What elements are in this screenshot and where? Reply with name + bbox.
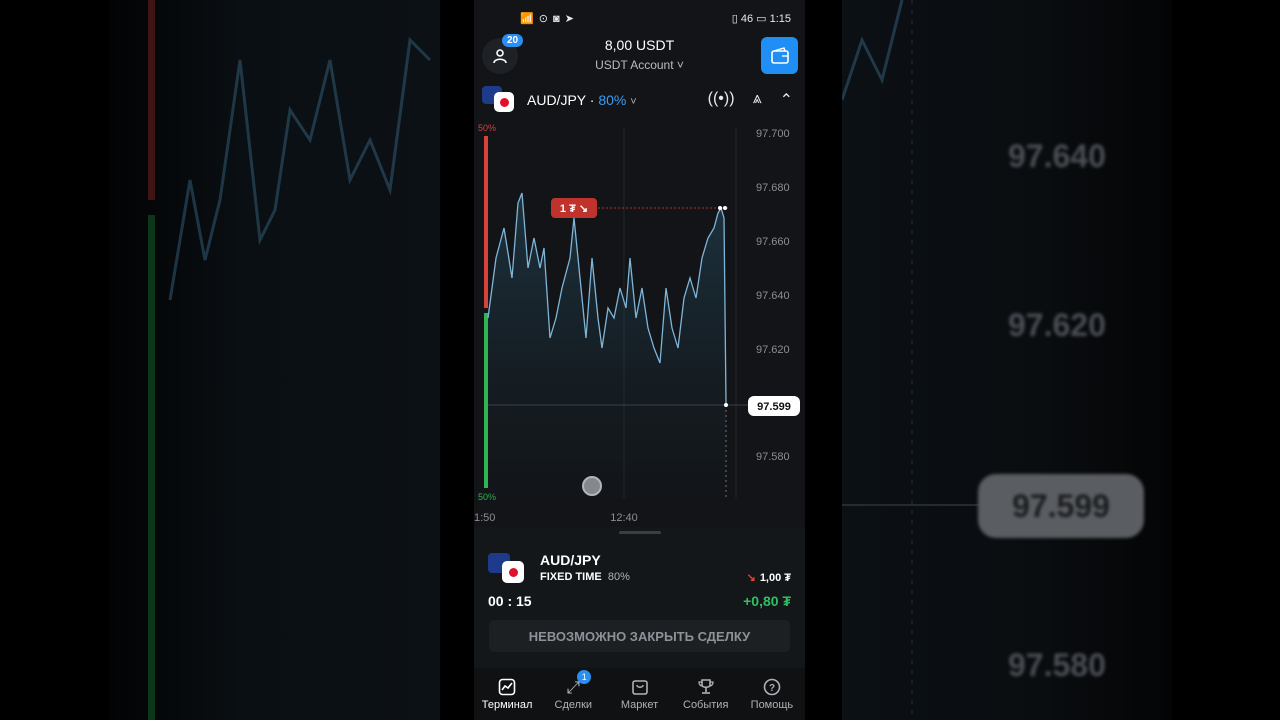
- asset-name: AUD/JPY: [527, 92, 586, 108]
- nav-help-label: Помощь: [750, 699, 794, 711]
- price-area: [488, 193, 726, 498]
- trade-panel: AUD/JPY FIXED TIME 80% ↘ 1,00 ₮ 00 : 15 +…: [474, 527, 805, 667]
- indicators-icon[interactable]: ⌃: [780, 90, 793, 110]
- trade-profit: +0,80 ₮: [743, 593, 791, 609]
- nav-market-label: Маркет: [620, 699, 659, 711]
- trades-icon: ⤢: [566, 678, 581, 697]
- chart-icon: [474, 678, 540, 698]
- nav-terminal-label: Терминал: [481, 699, 533, 711]
- background-mirror-left: [110, 0, 440, 720]
- close-trade-button[interactable]: НЕВОЗМОЖНО ЗАКРЫТЬ СДЕЛКУ: [489, 620, 790, 652]
- asset-bar: AUD/JPY · 80% ˅ ((•)) ⩓ ⌃: [474, 86, 805, 114]
- trade-entry-point-2: [723, 206, 727, 210]
- trade-type-label: FIXED TIME: [540, 571, 602, 583]
- nav-terminal[interactable]: Терминал: [474, 668, 540, 720]
- current-price-label: 97.599: [757, 401, 791, 413]
- background-price-3: 97.580: [1008, 647, 1106, 683]
- sentiment-top-label: 50%: [478, 123, 496, 133]
- background-chart-left: [148, 0, 432, 720]
- svg-text:?: ?: [769, 683, 775, 694]
- trade-marker-label: 1 ₮ ↘: [560, 203, 588, 215]
- trade-asset-flags: [488, 553, 526, 585]
- background-price-1: 97.640: [1008, 138, 1106, 174]
- price-tick-4: 97.640: [756, 290, 790, 302]
- bottom-navigation: Терминал ⤢ 1 Сделки Маркет События ? Пом…: [474, 668, 805, 720]
- trade-amount: ↘ 1,00 ₮: [747, 571, 791, 584]
- price-tick-5: 97.620: [756, 344, 790, 356]
- nav-trades-label: Сделки: [554, 699, 593, 711]
- touch-indicator: [582, 476, 602, 496]
- signals-icon[interactable]: ((•)): [708, 90, 735, 110]
- nav-help[interactable]: ? Помощь: [739, 668, 805, 720]
- trade-asset-name: AUD/JPY: [540, 552, 601, 568]
- japan-flag-icon: [502, 561, 524, 583]
- background-chart-right: [842, 0, 982, 720]
- trade-timer: 00 : 15: [488, 593, 532, 609]
- bag-icon: [606, 678, 672, 698]
- panel-drag-handle[interactable]: [619, 531, 661, 534]
- price-tick-2: 97.680: [756, 182, 790, 194]
- asset-selector[interactable]: AUD/JPY · 80% ˅: [527, 92, 637, 108]
- header: 20 8,00 USDT USDT Account ˅: [474, 32, 805, 82]
- background-price-2: 97.620: [1008, 307, 1106, 343]
- nav-events[interactable]: События: [673, 668, 739, 720]
- balance: 8,00 USDT: [604, 37, 675, 53]
- time-tick-1: 1:50: [474, 512, 495, 524]
- asset-separator: ·: [585, 92, 599, 108]
- chart-tools: ((•)) ⩓ ⌃: [708, 90, 793, 110]
- nav-events-label: События: [683, 699, 729, 711]
- nav-trades[interactable]: ⤢ 1 Сделки: [540, 668, 606, 720]
- status-right: ▯ 46 ▭ 1:15: [731, 13, 791, 25]
- nav-market[interactable]: Маркет: [606, 668, 672, 720]
- price-chart[interactable]: 50% 50% 1 ₮ ↘ 97.599 97.700 97.680 97.66…: [474, 118, 805, 528]
- japan-flag-icon: [494, 92, 514, 112]
- asset-payout: 80%: [598, 92, 627, 108]
- drawing-tools-icon[interactable]: ⩓: [753, 90, 762, 110]
- status-left: 📶 ⊙ ◙ ➤: [520, 13, 575, 25]
- asset-flags[interactable]: [482, 86, 516, 114]
- trade-payout: 80%: [607, 571, 630, 583]
- trade-entry-point: [718, 206, 722, 210]
- trade-type: FIXED TIME 80%: [540, 571, 630, 583]
- status-bar: 📶 ⊙ ◙ ➤ ▯ 46 ▭ 1:15: [474, 10, 805, 28]
- sentiment-bar-buy: [484, 313, 488, 488]
- account-selector[interactable]: USDT Account ˅: [474, 58, 805, 72]
- wallet-icon: [770, 46, 789, 64]
- price-tick-3: 97.660: [756, 236, 790, 248]
- trophy-icon: [673, 678, 739, 698]
- phone-screen: 📶 ⊙ ◙ ➤ ▯ 46 ▭ 1:15 20 8,00 USDT USDT Ac…: [474, 0, 805, 720]
- background-current-price: 97.599: [978, 474, 1144, 538]
- wallet-button[interactable]: [761, 37, 798, 74]
- help-icon: ?: [739, 678, 805, 698]
- chevron-down-icon: ˅: [630, 96, 637, 108]
- price-tick-1: 97.700: [756, 128, 790, 140]
- arrow-down-right-icon: ↘: [746, 572, 756, 584]
- sentiment-bar-sell: [484, 136, 488, 308]
- trade-amount-value: 1,00 ₮: [759, 572, 791, 584]
- price-tick-6: 97.580: [756, 451, 790, 463]
- current-price-point: [724, 403, 728, 407]
- time-tick-2: 12:40: [610, 512, 638, 524]
- background-mirror-right: 97.640 97.620 97.580: [842, 0, 1172, 720]
